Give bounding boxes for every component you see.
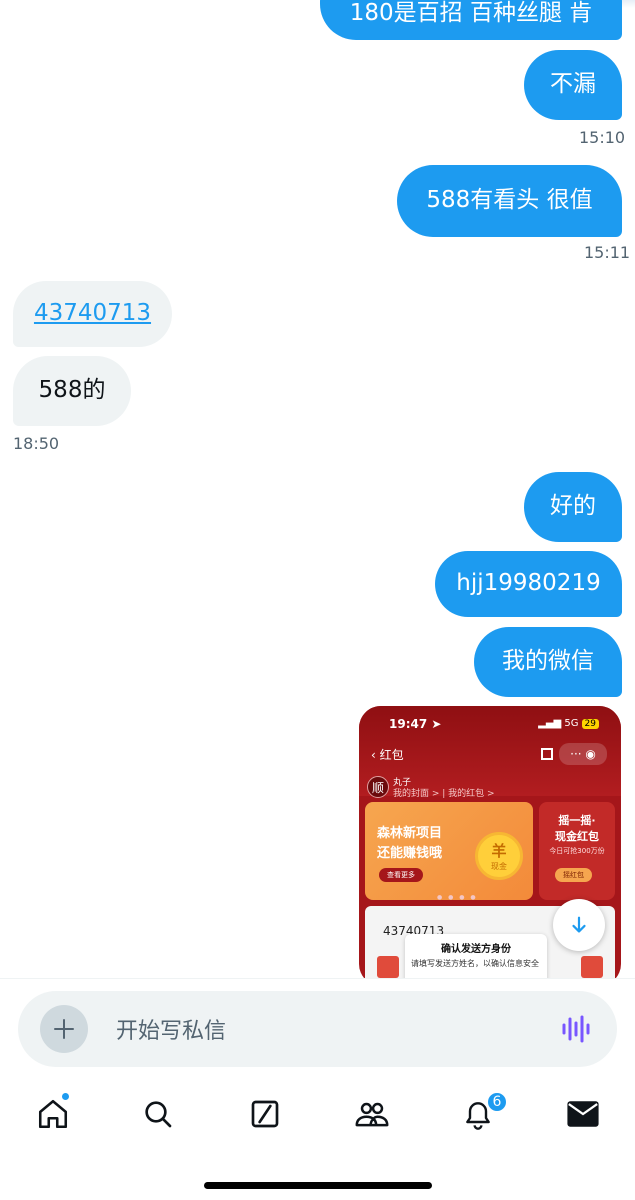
message-bubble[interactable]: 好的: [524, 472, 622, 542]
home-indicator: [204, 1182, 432, 1189]
image-status-bar: ▂▄▆ 5G 29: [538, 718, 599, 729]
message-thread[interactable]: 180是百招 百种丝腿 肯 不漏 15:10 588有看头 很值 15:11 4…: [0, 0, 635, 978]
shake-sub: 今日可抢300万份: [549, 847, 605, 855]
image-shake-card: 摇一摇· 现金红包 今日可抢300万份 摇红包: [539, 802, 615, 900]
image-promo-card: 森林新项目 还能赚钱哦 查看更多 羊 现金: [365, 802, 533, 900]
search-icon: [145, 1101, 172, 1128]
communities-icon: [355, 1102, 389, 1127]
image-nav-icons: ··· ◉: [541, 743, 607, 765]
message-text: 588有看头 很值: [426, 187, 593, 214]
messages-icon: [567, 1101, 599, 1127]
modal-title: 确认发送方身份: [441, 944, 511, 955]
message-bubble[interactable]: hjj19980219: [435, 551, 622, 617]
shake-line2: 现金红包: [555, 830, 599, 843]
plus-icon: [54, 1019, 74, 1039]
message-text: 好的: [550, 493, 596, 520]
grok-icon: [251, 1100, 279, 1128]
message-link[interactable]: 43740713: [34, 300, 151, 328]
message-input[interactable]: 开始写私信: [116, 1013, 226, 1045]
red-envelope-icon: [377, 956, 399, 978]
qr-icon: [541, 748, 553, 760]
message-timestamp: 15:10: [579, 128, 626, 147]
red-envelope-icon: [581, 956, 603, 978]
message-composer[interactable]: 开始写私信: [18, 991, 617, 1067]
image-avatar: 顺: [367, 776, 389, 798]
message-bubble[interactable]: 43740713: [13, 281, 172, 347]
notifications-badge: 6: [486, 1091, 508, 1113]
message-bubble[interactable]: 588有看头 很值: [397, 165, 622, 237]
promo-line2: 还能赚钱哦: [377, 846, 443, 861]
shake-line1: 摇一摇·: [558, 814, 596, 827]
scroll-to-bottom-button[interactable]: [553, 899, 605, 951]
tab-communities[interactable]: [352, 1094, 392, 1134]
image-status-time: 19:47 ➤: [389, 717, 442, 731]
message-text: 不漏: [550, 71, 596, 98]
message-timestamp: 18:50: [13, 434, 60, 453]
arrow-down-icon: [572, 916, 586, 933]
carousel-dots: ● ● ● ●: [437, 894, 478, 901]
image-user-links: 我的封面 > | 我的红包 >: [393, 789, 495, 799]
message-bubble[interactable]: 不漏: [524, 50, 622, 120]
image-modal: 确认发送方身份 请填写发送方姓名，以确认信息安全: [405, 934, 547, 978]
image-nav-back: ‹ 红包: [371, 748, 404, 762]
miniapp-capsule-icon: ··· ◉: [559, 743, 607, 765]
bottom-tab-bar: [0, 1078, 635, 1158]
coin-icon: 羊 现金: [475, 832, 523, 880]
modal-desc: 请填写发送方姓名，以确认信息安全: [411, 959, 539, 968]
message-text: 我的微信: [502, 648, 594, 675]
message-timestamp: 15:11: [584, 243, 631, 262]
tab-grok[interactable]: [245, 1094, 285, 1134]
home-unread-dot: [61, 1092, 70, 1101]
message-text: 588的: [38, 377, 106, 404]
voice-message-icon[interactable]: [561, 1015, 591, 1043]
tab-messages[interactable]: [563, 1094, 603, 1134]
message-bubble[interactable]: 我的微信: [474, 627, 622, 697]
tab-search[interactable]: [138, 1094, 178, 1134]
home-icon: [38, 1099, 68, 1129]
message-bubble[interactable]: 180是百招 百种丝腿 肯: [320, 0, 622, 40]
message-bubble[interactable]: 588的: [13, 356, 131, 426]
composer-bar: 开始写私信: [0, 978, 635, 1078]
message-text: hjj19980219: [456, 570, 601, 597]
promo-line1: 森林新项目: [377, 826, 443, 841]
message-text: 180是百招 百种丝腿 肯: [349, 0, 593, 27]
promo-button: 查看更多: [379, 868, 423, 882]
add-attachment-button[interactable]: [40, 1005, 88, 1053]
shake-button: 摇红包: [555, 868, 592, 882]
